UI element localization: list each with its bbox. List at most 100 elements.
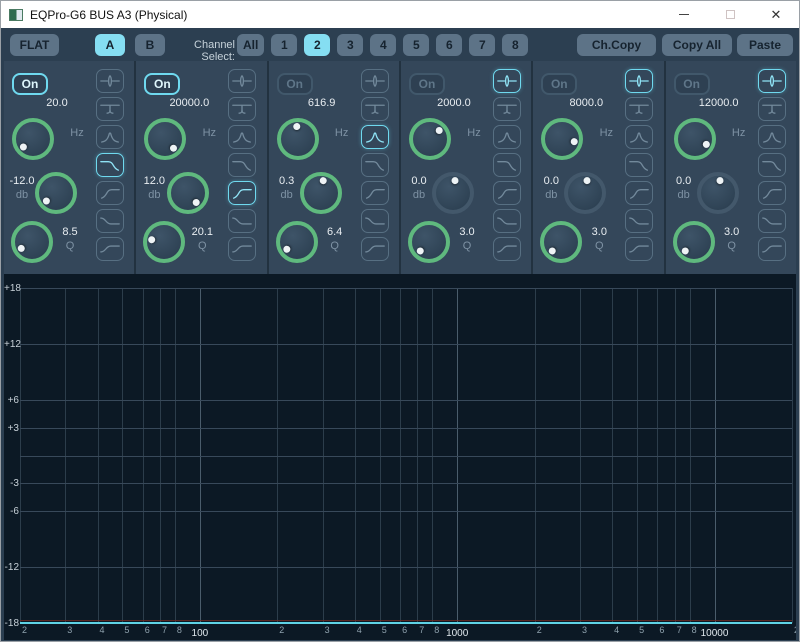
gain-knob[interactable]: [697, 172, 739, 214]
band-on-button[interactable]: On: [144, 73, 180, 95]
gain-knob[interactable]: [167, 172, 209, 214]
filter-button-band-pass[interactable]: [361, 125, 389, 149]
filter-button-shelf-down[interactable]: [493, 209, 521, 233]
band-on-button[interactable]: On: [12, 73, 48, 95]
channel-button-6[interactable]: 6: [436, 34, 462, 56]
shelf-down-icon: [230, 211, 254, 231]
filter-button-notch[interactable]: [625, 97, 653, 121]
gain-knob[interactable]: [432, 172, 474, 214]
maximize-button[interactable]: [707, 1, 753, 28]
minimize-button[interactable]: [661, 1, 707, 28]
filter-button-shelf-up[interactable]: [625, 237, 653, 261]
copy-all-button[interactable]: Copy All: [662, 34, 732, 56]
filter-button-high-pass[interactable]: [625, 181, 653, 205]
band-on-button[interactable]: On: [409, 73, 445, 95]
filter-type-column: [228, 69, 256, 261]
filter-button-high-pass[interactable]: [96, 181, 124, 205]
filter-button-high-pass[interactable]: [361, 181, 389, 205]
gain-knob[interactable]: [300, 172, 342, 214]
q-knob-indicator-arm: [273, 218, 321, 266]
frequency-knob[interactable]: [674, 118, 716, 160]
memory-a-button[interactable]: A: [95, 34, 125, 56]
db-axis-label: +12: [4, 339, 19, 350]
q-knob[interactable]: [143, 221, 185, 263]
ch-copy-button[interactable]: Ch.Copy: [577, 34, 656, 56]
filter-button-notch[interactable]: [96, 97, 124, 121]
filter-button-shelf-up[interactable]: [96, 237, 124, 261]
peak-icon: [627, 71, 651, 91]
filter-button-high-pass[interactable]: [758, 181, 786, 205]
q-value: 20.1: [186, 226, 218, 238]
filter-button-low-pass[interactable]: [96, 153, 124, 177]
filter-button-peak[interactable]: [96, 69, 124, 93]
filter-button-high-pass[interactable]: [228, 181, 256, 205]
channel-button-1[interactable]: 1: [271, 34, 297, 56]
filter-button-peak[interactable]: [361, 69, 389, 93]
hz-label: Hz: [459, 127, 489, 139]
flat-button[interactable]: FLAT: [10, 34, 59, 56]
high-pass-icon: [760, 183, 784, 203]
peak-icon: [760, 71, 784, 91]
freq-tick-label: 8: [434, 625, 439, 635]
gain-knob[interactable]: [35, 172, 77, 214]
filter-button-peak[interactable]: [228, 69, 256, 93]
filter-button-shelf-down[interactable]: [625, 209, 653, 233]
frequency-knob[interactable]: [541, 118, 583, 160]
filter-button-peak[interactable]: [758, 69, 786, 93]
filter-button-notch[interactable]: [228, 97, 256, 121]
db-axis-label: +3: [4, 423, 19, 434]
paste-button[interactable]: Paste: [737, 34, 793, 56]
close-button[interactable]: ✕: [753, 1, 799, 28]
frequency-knob[interactable]: [12, 118, 54, 160]
channel-button-4[interactable]: 4: [370, 34, 396, 56]
q-knob[interactable]: [540, 221, 582, 263]
filter-button-high-pass[interactable]: [493, 181, 521, 205]
band-on-button[interactable]: On: [541, 73, 577, 95]
filter-button-shelf-up[interactable]: [758, 237, 786, 261]
filter-button-band-pass[interactable]: [758, 125, 786, 149]
filter-button-shelf-down[interactable]: [758, 209, 786, 233]
filter-button-notch[interactable]: [758, 97, 786, 121]
band-on-button[interactable]: On: [277, 73, 313, 95]
channel-button-5[interactable]: 5: [403, 34, 429, 56]
filter-button-notch[interactable]: [361, 97, 389, 121]
filter-button-low-pass[interactable]: [625, 153, 653, 177]
frequency-knob[interactable]: [277, 118, 319, 160]
frequency-knob[interactable]: [144, 118, 186, 160]
channel-button-2[interactable]: 2: [304, 34, 330, 56]
channel-button-7[interactable]: 7: [469, 34, 495, 56]
gain-knob[interactable]: [564, 172, 606, 214]
filter-button-notch[interactable]: [493, 97, 521, 121]
filter-button-band-pass[interactable]: [625, 125, 653, 149]
gain-value: 0.0: [401, 175, 437, 187]
filter-button-shelf-up[interactable]: [361, 237, 389, 261]
channel-button-8[interactable]: 8: [502, 34, 528, 56]
frequency-knob[interactable]: [409, 118, 451, 160]
filter-button-shelf-down[interactable]: [361, 209, 389, 233]
q-knob[interactable]: [408, 221, 450, 263]
eqpro-window: EQPro-G6 BUS A3 (Physical) ✕ FLAT A B Ch…: [0, 0, 800, 642]
band-pass-icon: [627, 127, 651, 147]
q-knob[interactable]: [673, 221, 715, 263]
filter-button-shelf-down[interactable]: [228, 209, 256, 233]
shelf-up-icon: [760, 239, 784, 259]
filter-button-low-pass[interactable]: [758, 153, 786, 177]
channel-button-3[interactable]: 3: [337, 34, 363, 56]
filter-button-band-pass[interactable]: [96, 125, 124, 149]
filter-button-low-pass[interactable]: [361, 153, 389, 177]
filter-button-band-pass[interactable]: [493, 125, 521, 149]
filter-button-low-pass[interactable]: [228, 153, 256, 177]
band-on-button[interactable]: On: [674, 73, 710, 95]
channel-button-all[interactable]: All: [237, 34, 264, 56]
q-knob[interactable]: [11, 221, 53, 263]
q-knob[interactable]: [276, 221, 318, 263]
filter-button-shelf-down[interactable]: [96, 209, 124, 233]
filter-button-shelf-up[interactable]: [493, 237, 521, 261]
filter-button-band-pass[interactable]: [228, 125, 256, 149]
filter-button-peak[interactable]: [493, 69, 521, 93]
filter-button-shelf-up[interactable]: [228, 237, 256, 261]
filter-button-low-pass[interactable]: [493, 153, 521, 177]
filter-button-peak[interactable]: [625, 69, 653, 93]
frequency-knob-indicator-arm: [141, 115, 189, 163]
frequency-value: 8000.0: [541, 97, 631, 109]
